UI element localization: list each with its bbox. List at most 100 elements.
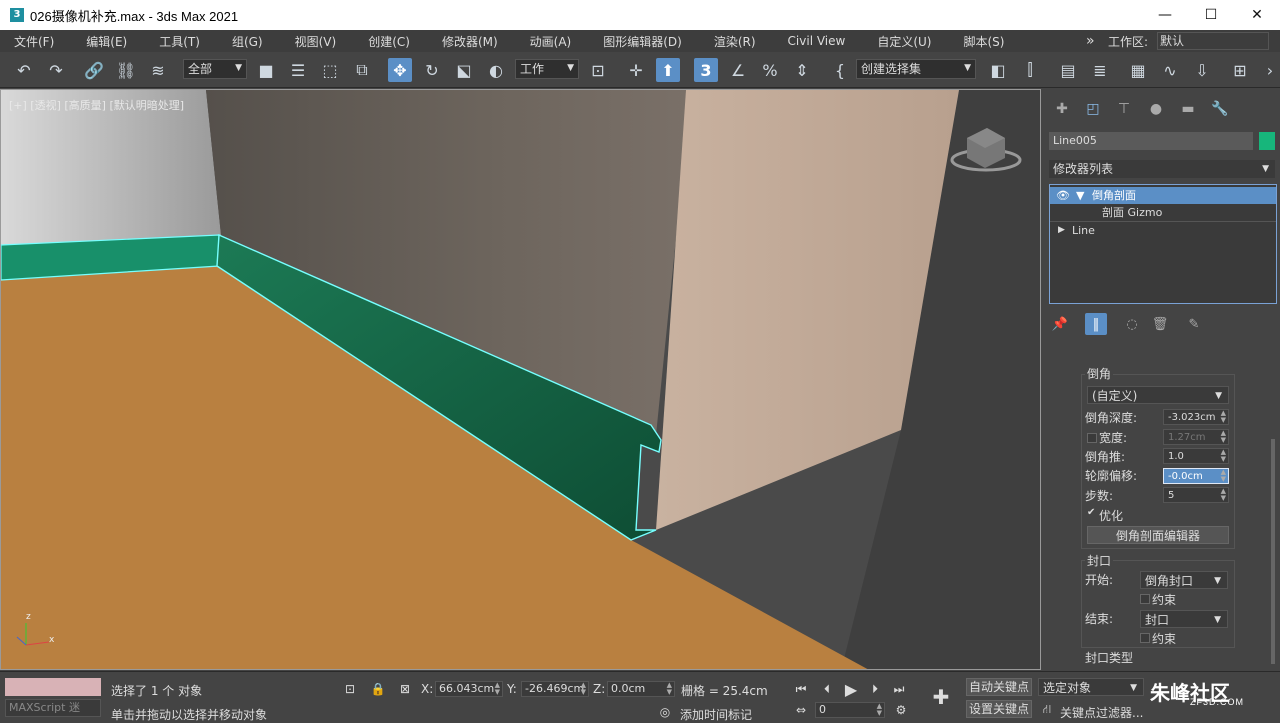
spinner-arrows-icon[interactable]: ▲ ▼ (667, 682, 672, 696)
previous-frame-icon[interactable]: ⏴ (818, 680, 836, 698)
workspace-dropdown[interactable]: 默认 (1157, 32, 1269, 50)
width-spinner[interactable]: 1.27cm ▲ ▼ (1163, 429, 1229, 445)
redo-icon[interactable]: ↷ (44, 58, 68, 82)
width-checkbox[interactable] (1087, 433, 1097, 443)
key-filters-icon[interactable]: ⛙ (1038, 701, 1056, 719)
menu-view[interactable]: 视图(V) (281, 33, 337, 50)
motion-tab-icon[interactable]: ● (1143, 97, 1169, 121)
create-tab-icon[interactable]: ✚ (1049, 97, 1075, 121)
configure-sets-icon[interactable]: ✎ (1183, 313, 1205, 335)
menu-edit[interactable]: 编辑(E) (72, 33, 127, 50)
window-crossing-icon[interactable]: ⧉ (350, 58, 374, 82)
spinner-arrows-icon[interactable]: ▲ ▼ (581, 682, 586, 696)
named-selection-dropdown[interactable]: 创建选择集 ▼ (856, 59, 976, 79)
menu-customize[interactable]: 自定义(U) (863, 33, 931, 50)
viewport-label[interactable]: [+] [透视] [高质量] [默认明暗处理] (9, 97, 184, 113)
bevel-preset-dropdown[interactable]: (自定义) ▼ (1087, 386, 1229, 404)
menu-group[interactable]: 组(G) (218, 33, 263, 50)
keyboard-shortcut-override-icon[interactable]: ⬆ (656, 58, 680, 82)
object-name-field[interactable]: Line005 (1049, 132, 1253, 150)
spinner-arrows-icon[interactable]: ▲ ▼ (877, 703, 882, 717)
go-to-end-icon[interactable]: ⏭ (890, 680, 908, 698)
select-and-move-icon[interactable]: ✥ (388, 58, 412, 82)
constrain-start-checkbox[interactable] (1140, 594, 1150, 604)
y-coordinate-field[interactable]: -26.469cm ▲ ▼ (521, 681, 589, 697)
select-and-place-icon[interactable]: ◐ (484, 58, 508, 82)
minimize-button[interactable]: — (1142, 0, 1188, 30)
expand-arrow-icon[interactable]: ▼ (1076, 187, 1084, 204)
angle-snap-icon[interactable]: ∠ (726, 58, 750, 82)
menu-scripting[interactable]: 脚本(S) (949, 33, 1004, 50)
key-filters-button[interactable]: 关键点过滤器... (1060, 704, 1143, 721)
link-icon[interactable]: 🔗 (82, 58, 106, 82)
close-button[interactable]: ✕ (1234, 0, 1280, 30)
auto-key-button[interactable]: 自动关键点 (966, 678, 1032, 696)
time-configuration-icon[interactable]: ⚙ (892, 701, 910, 719)
maxscript-listener-pink[interactable] (5, 678, 101, 696)
set-key-button[interactable]: 设置关键点 (966, 700, 1032, 718)
x-coordinate-field[interactable]: 66.043cm ▲ ▼ (435, 681, 503, 697)
select-object-icon[interactable]: ■ (254, 58, 278, 82)
eye-icon[interactable]: 👁 (1056, 187, 1070, 204)
spinner-arrows-icon[interactable]: ▲ ▼ (1221, 410, 1226, 424)
pin-stack-icon[interactable]: 📌 (1049, 313, 1071, 335)
menu-tools[interactable]: 工具(T) (145, 33, 200, 50)
modifier-list-dropdown[interactable]: 修改器列表 ▼ (1049, 160, 1275, 178)
rectangular-selection-icon[interactable]: ⬚ (318, 58, 342, 82)
menu-rendering[interactable]: 渲染(R) (700, 33, 756, 50)
percent-snap-icon[interactable]: % (758, 58, 782, 82)
panel-scrollbar[interactable] (1271, 439, 1275, 664)
modify-tab-icon[interactable]: ◰ (1080, 97, 1106, 121)
select-manipulate-icon[interactable]: ✛ (624, 58, 648, 82)
cap-start-dropdown[interactable]: 倒角封口 ▼ (1140, 571, 1228, 589)
bevel-push-spinner[interactable]: 1.0 ▲ ▼ (1163, 448, 1229, 464)
menu-graph-editors[interactable]: 图形编辑器(D) (589, 33, 682, 50)
toolbar-overflow-icon[interactable]: › (1258, 58, 1280, 82)
maxscript-mini-listener[interactable]: MAXScript 迷 (5, 699, 101, 717)
spinner-arrows-icon[interactable]: ▲ ▼ (495, 682, 500, 696)
steps-spinner[interactable]: 5 ▲ ▼ (1163, 487, 1229, 503)
mirror-icon[interactable]: ◧ (986, 58, 1010, 82)
stack-item-profile-gizmo[interactable]: 剖面 Gizmo (1050, 204, 1276, 221)
constrain-end-checkbox[interactable] (1140, 633, 1150, 643)
ribbon-toggle-icon[interactable]: ▦ (1126, 58, 1150, 82)
menu-civil-view[interactable]: Civil View (774, 34, 846, 48)
align-icon[interactable]: ⫿ (1018, 58, 1042, 82)
play-icon[interactable]: ▶ (842, 680, 860, 699)
reference-coordinate-dropdown[interactable]: 工作 ▼ (515, 59, 579, 79)
make-unique-icon[interactable]: ◌ (1121, 313, 1143, 335)
spinner-arrows-icon[interactable]: ▲ ▼ (1221, 449, 1226, 463)
snap-toggle-icon[interactable]: 3 (694, 58, 718, 82)
menu-animation[interactable]: 动画(A) (516, 33, 572, 50)
next-frame-icon[interactable]: ⏵ (866, 680, 884, 698)
set-key-plus-icon[interactable]: ✚ (928, 684, 954, 710)
isolate-selection-icon[interactable]: ⊡ (341, 680, 359, 698)
schematic-view-icon[interactable]: ⇩ (1190, 58, 1214, 82)
show-end-result-icon[interactable]: ‖ (1085, 313, 1107, 335)
delete-modifier-icon[interactable]: 🗑 (1149, 313, 1171, 335)
pivot-center-icon[interactable]: ⊡ (586, 58, 610, 82)
menu-create[interactable]: 创建(C) (354, 33, 410, 50)
go-to-start-icon[interactable]: ⏮ (792, 680, 810, 698)
key-mode-icon[interactable]: ⇔ (792, 701, 810, 719)
bevel-depth-spinner[interactable]: -3.023cm ▲ ▼ (1163, 409, 1229, 425)
spinner-arrows-icon[interactable]: ▲ ▼ (1221, 430, 1226, 444)
contour-offset-spinner[interactable]: -0.0cm ▲ ▼ (1163, 468, 1229, 484)
maximize-button[interactable]: ☐ (1188, 0, 1234, 30)
absolute-mode-icon[interactable]: ⊠ (396, 680, 414, 698)
edit-named-selection-icon[interactable]: { (828, 58, 852, 82)
bevel-profile-editor-button[interactable]: 倒角剖面编辑器 (1087, 526, 1229, 544)
bind-spacewarp-icon[interactable]: ≋ (146, 58, 170, 82)
key-filter-selection-dropdown[interactable]: 选定对象 ▼ (1038, 678, 1144, 696)
select-by-name-icon[interactable]: ☰ (286, 58, 310, 82)
select-and-scale-icon[interactable]: ⬕ (452, 58, 476, 82)
spinner-snap-icon[interactable]: ⇕ (790, 58, 814, 82)
material-editor-icon[interactable]: ⊞ (1228, 58, 1252, 82)
time-tag-icon[interactable]: ◎ (656, 703, 674, 721)
unlink-icon[interactable]: ⛓ (114, 58, 138, 82)
stack-item-line[interactable]: ▶ Line (1050, 221, 1276, 238)
hierarchy-tab-icon[interactable]: ⊤ (1111, 97, 1137, 121)
display-tab-icon[interactable]: ▬ (1175, 97, 1201, 121)
cap-end-dropdown[interactable]: 封口 ▼ (1140, 610, 1228, 628)
selection-lock-icon[interactable]: 🔒 (369, 680, 387, 698)
